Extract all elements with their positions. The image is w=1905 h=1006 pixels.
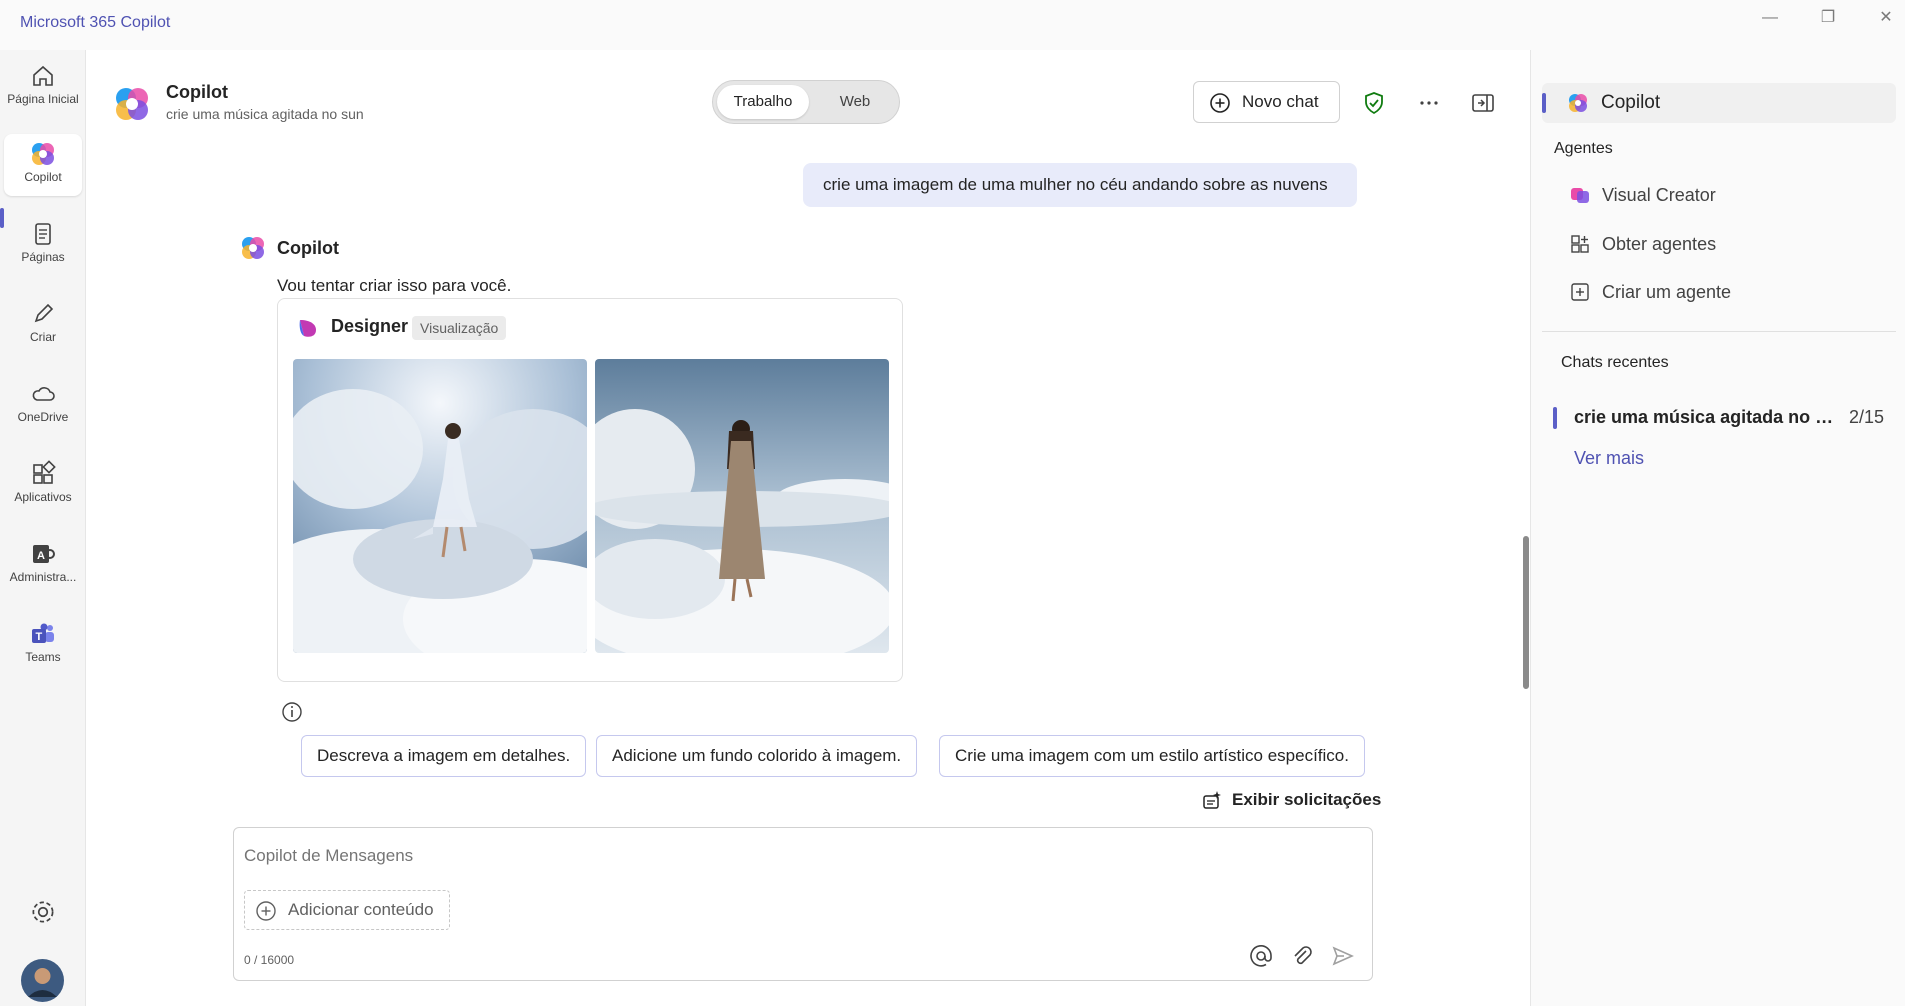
close-button[interactable]: ✕ xyxy=(1866,4,1905,32)
add-content-button[interactable]: Adicionar conteúdo xyxy=(244,890,450,930)
rail-label: Administra... xyxy=(9,570,77,584)
agent-label: Obter agentes xyxy=(1602,234,1717,254)
page-title: Copilot xyxy=(166,82,228,102)
rail-label: Aplicativos xyxy=(14,490,72,504)
recent-chat-item[interactable]: crie uma música agitada no sun 2/15 xyxy=(1553,398,1896,436)
visual-creator-icon xyxy=(1571,188,1589,203)
panel-copilot-label: Copilot xyxy=(1601,92,1661,113)
agent-get-agents[interactable]: Obter agentes xyxy=(1569,225,1889,263)
generated-image-2[interactable] xyxy=(595,359,889,653)
main-chat-area: Copilot crie uma música agitada no sun T… xyxy=(86,50,1530,1006)
toggle-panel-icon[interactable] xyxy=(1470,90,1496,116)
show-prompts-button[interactable]: Exibir solicitações xyxy=(1201,786,1381,814)
add-circle-icon xyxy=(256,901,276,921)
rail-label: Criar xyxy=(30,330,56,344)
apps-icon xyxy=(1571,235,1589,253)
add-content-label: Adicionar conteúdo xyxy=(288,900,434,919)
teams-icon: T xyxy=(32,623,54,643)
rail-item-home[interactable]: Página Inicial xyxy=(4,56,82,118)
agent-label: Criar um agente xyxy=(1602,282,1732,302)
svg-text:A: A xyxy=(37,550,45,562)
designer-name: Designer xyxy=(331,316,409,336)
suggestion-chip[interactable]: Adicione um fundo colorido à imagem. xyxy=(596,735,918,777)
toggle-work[interactable]: Trabalho xyxy=(717,85,809,119)
panel-copilot-item[interactable]: Copilot xyxy=(1542,83,1896,123)
recent-chat-title: crie uma música agitada no sun xyxy=(1574,407,1834,427)
suggestion-chip[interactable]: Descreva a imagem em detalhes. xyxy=(301,735,587,777)
suggestion-chip[interactable]: Crie uma imagem com um estilo artístico … xyxy=(939,735,1365,777)
info-icon[interactable] xyxy=(278,698,306,726)
cloud-icon xyxy=(32,387,55,401)
user-message: crie uma imagem de uma mulher no céu and… xyxy=(803,163,1357,207)
rail-item-teams[interactable]: T Teams xyxy=(4,614,82,676)
agent-visual-creator[interactable]: Visual Creator xyxy=(1569,176,1889,214)
left-rail: Página Inicial Copilot Páginas Criar One… xyxy=(0,50,86,1006)
home-icon xyxy=(33,65,53,86)
restore-button[interactable]: ❐ xyxy=(1808,4,1848,32)
designer-card: Designer Visualização xyxy=(277,298,903,682)
agent-create[interactable]: Criar um agente xyxy=(1569,273,1889,311)
add-square-icon xyxy=(1571,283,1589,301)
new-chat-button[interactable]: Novo chat xyxy=(1193,81,1340,123)
rail-item-create[interactable]: Criar xyxy=(4,294,82,356)
prompts-icon xyxy=(1203,791,1221,809)
char-counter: 0 / 16000 xyxy=(244,953,295,967)
pages-icon xyxy=(35,223,51,245)
recent-chat-count: 2/15 xyxy=(1848,407,1884,427)
copilot-icon xyxy=(32,143,54,165)
mention-icon[interactable] xyxy=(1248,943,1274,969)
rail-item-apps[interactable]: Aplicativos xyxy=(4,454,82,516)
agents-heading: Agentes xyxy=(1554,140,1613,157)
preview-badge: Visualização xyxy=(412,316,507,340)
copilot-logo-icon xyxy=(116,88,148,120)
rail-item-onedrive[interactable]: OneDrive xyxy=(4,374,82,436)
message-composer: Adicionar conteúdo 0 / 16000 xyxy=(233,827,1373,981)
chat-scrollbar[interactable] xyxy=(1523,536,1529,689)
shield-icon[interactable] xyxy=(1361,90,1387,116)
rail-label: Páginas xyxy=(21,250,65,264)
see-more-link[interactable]: Ver mais xyxy=(1574,448,1644,469)
app-title: Microsoft 365 Copilot xyxy=(20,14,171,31)
rail-label: Teams xyxy=(25,650,61,664)
rail-item-copilot[interactable]: Copilot xyxy=(4,134,82,196)
more-options-icon[interactable] xyxy=(1416,90,1442,116)
generated-image-2-art xyxy=(595,359,889,653)
designer-icon xyxy=(299,320,316,337)
new-chat-label: Novo chat xyxy=(1242,92,1319,111)
message-input[interactable] xyxy=(244,846,1344,866)
new-chat-icon xyxy=(1210,93,1230,113)
svg-text:T: T xyxy=(36,631,43,643)
page-subtitle: crie uma música agitada no sun xyxy=(166,106,364,122)
admin-icon: A xyxy=(33,545,55,563)
divider xyxy=(1542,331,1896,332)
work-web-toggle[interactable]: Trabalho Web xyxy=(712,80,900,124)
rail-item-pages[interactable]: Páginas xyxy=(4,214,82,276)
active-indicator xyxy=(1553,407,1557,429)
send-icon[interactable] xyxy=(1330,943,1356,969)
rail-label: OneDrive xyxy=(17,410,69,424)
title-bar: Microsoft 365 Copilot — ❐ ✕ xyxy=(0,0,1905,50)
generated-image-1-art xyxy=(293,359,587,653)
assistant-name: Copilot xyxy=(277,238,339,258)
agent-label: Visual Creator xyxy=(1602,185,1716,205)
toggle-web[interactable]: Web xyxy=(813,85,897,119)
recent-chats-heading: Chats recentes xyxy=(1561,354,1669,371)
gear-icon[interactable] xyxy=(28,897,58,927)
show-prompts-label: Exibir solicitações xyxy=(1232,790,1382,809)
rail-item-admin[interactable]: A Administra... xyxy=(4,534,82,596)
active-indicator xyxy=(1542,93,1546,113)
right-panel: Copilot Agentes Visual Creator Obter age… xyxy=(1530,50,1905,1006)
avatar-icon[interactable] xyxy=(21,959,64,1002)
attach-icon[interactable] xyxy=(1289,943,1315,969)
assistant-message: Vou tentar criar isso para você. xyxy=(277,276,512,295)
copilot-icon xyxy=(1569,94,1587,112)
copilot-avatar-icon xyxy=(242,237,264,259)
minimize-button[interactable]: — xyxy=(1750,4,1790,32)
apps-icon xyxy=(33,460,56,484)
generated-image-1[interactable] xyxy=(293,359,587,653)
rail-label: Copilot xyxy=(24,170,62,184)
rail-label: Página Inicial xyxy=(7,92,79,106)
pen-icon xyxy=(34,303,54,323)
